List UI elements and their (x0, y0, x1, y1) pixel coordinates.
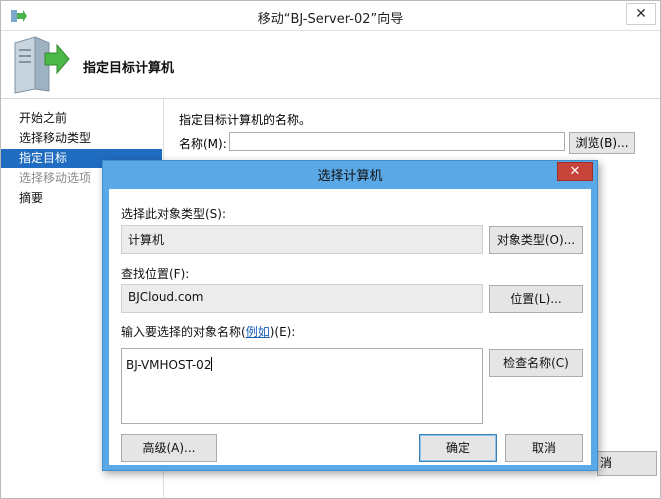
wizard-close-button[interactable]: ✕ (626, 3, 656, 25)
cancel-button[interactable]: 取消 (505, 434, 583, 462)
object-names-label-suffix: )(E): (269, 325, 296, 339)
dialog-title: 选择计算机 (317, 169, 383, 184)
object-type-field: 计算机 (121, 225, 483, 254)
browse-button[interactable]: 浏览(B)... (569, 132, 635, 154)
destination-name-input[interactable] (229, 132, 565, 151)
wizard-title: 移动“BJ-Server-02”向导 (257, 12, 404, 27)
nav-step-move-type[interactable]: 选择移动类型 (1, 129, 162, 148)
examples-link[interactable]: 例如 (246, 325, 270, 339)
object-type-label: 选择此对象类型(S): (121, 207, 227, 221)
object-names-textarea[interactable]: BJ-VMHOST-02 (121, 348, 483, 424)
name-label: 名称(M): (179, 137, 227, 151)
wizard-header: 指定目标计算机 (1, 31, 660, 99)
object-names-value: BJ-VMHOST-02 (126, 358, 212, 372)
advanced-button[interactable]: 高级(A)... (121, 434, 217, 462)
location-label: 查找位置(F): (121, 267, 190, 281)
nav-step-before-you-begin[interactable]: 开始之前 (1, 109, 162, 128)
content-description: 指定目标计算机的名称。 (179, 113, 312, 127)
wizard-page-title: 指定目标计算机 (83, 61, 175, 76)
location-field: BJCloud.com (121, 284, 483, 313)
wizard-titlebar: 移动“BJ-Server-02”向导 ✕ (1, 1, 660, 31)
ok-button[interactable]: 确定 (419, 434, 497, 462)
locations-button[interactable]: 位置(L)... (489, 285, 583, 313)
object-names-label: 输入要选择的对象名称(例如)(E): (121, 323, 295, 340)
object-names-label-prefix: 输入要选择的对象名称( (121, 325, 246, 339)
dialog-body: 选择此对象类型(S): 计算机 对象类型(O)... 查找位置(F): BJCl… (109, 189, 591, 465)
select-computer-dialog: 选择计算机 ✕ 选择此对象类型(S): 计算机 对象类型(O)... 查找位置(… (102, 160, 598, 471)
dialog-close-button[interactable]: ✕ (557, 162, 593, 181)
object-types-button[interactable]: 对象类型(O)... (489, 226, 583, 254)
wizard-cancel-button[interactable]: 消 (597, 451, 657, 476)
server-move-icon (14, 36, 70, 94)
check-names-button[interactable]: 检查名称(C) (489, 349, 583, 377)
text-caret (211, 357, 213, 371)
